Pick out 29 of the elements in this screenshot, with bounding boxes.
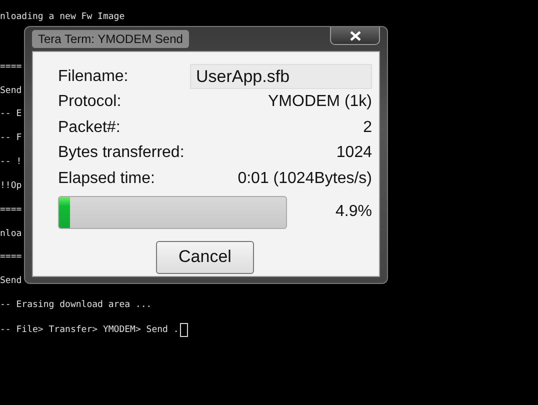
field-value: YMODEM (1k): [268, 93, 372, 112]
field-label: Protocol:: [58, 93, 122, 112]
field-label: Packet#:: [58, 118, 120, 137]
terminal-line: Send: [0, 84, 22, 97]
progress-percent: 4.9%: [336, 203, 372, 221]
terminal-line: Send: [0, 275, 22, 288]
field-value: 0:01 (1024Bytes/s): [238, 170, 372, 188]
cancel-button[interactable]: Cancel: [156, 240, 254, 274]
terminal-line: ====: [0, 60, 22, 73]
field-value: 2: [363, 118, 372, 137]
filename-field: UserApp.sfb: [190, 64, 372, 90]
terminal-line: -- File> Transfer> YMODEM> Send .: [0, 324, 179, 336]
window-title: Tera Term: YMODEM Send: [32, 30, 189, 48]
close-button[interactable]: [330, 27, 380, 45]
terminal-line: ====: [0, 204, 22, 216]
field-label: Elapsed time:: [58, 170, 155, 188]
cursor: [180, 322, 188, 337]
field-value: 1024: [336, 144, 372, 162]
terminal-line: -- Erasing download area ...: [0, 299, 152, 312]
terminal-line: -- E: [0, 108, 22, 120]
terminal-line: -- F: [0, 132, 22, 144]
terminal-line: !!Op: [0, 180, 22, 192]
terminal-line: nloa: [0, 228, 22, 240]
terminal-line: nloading a new Fw Image: [0, 11, 125, 23]
terminal-line: ====: [0, 251, 22, 264]
close-icon: [350, 30, 360, 40]
terminal-line: -- !: [0, 156, 22, 168]
field-label: Bytes transferred:: [58, 144, 184, 162]
field-label: Filename:: [58, 68, 128, 86]
